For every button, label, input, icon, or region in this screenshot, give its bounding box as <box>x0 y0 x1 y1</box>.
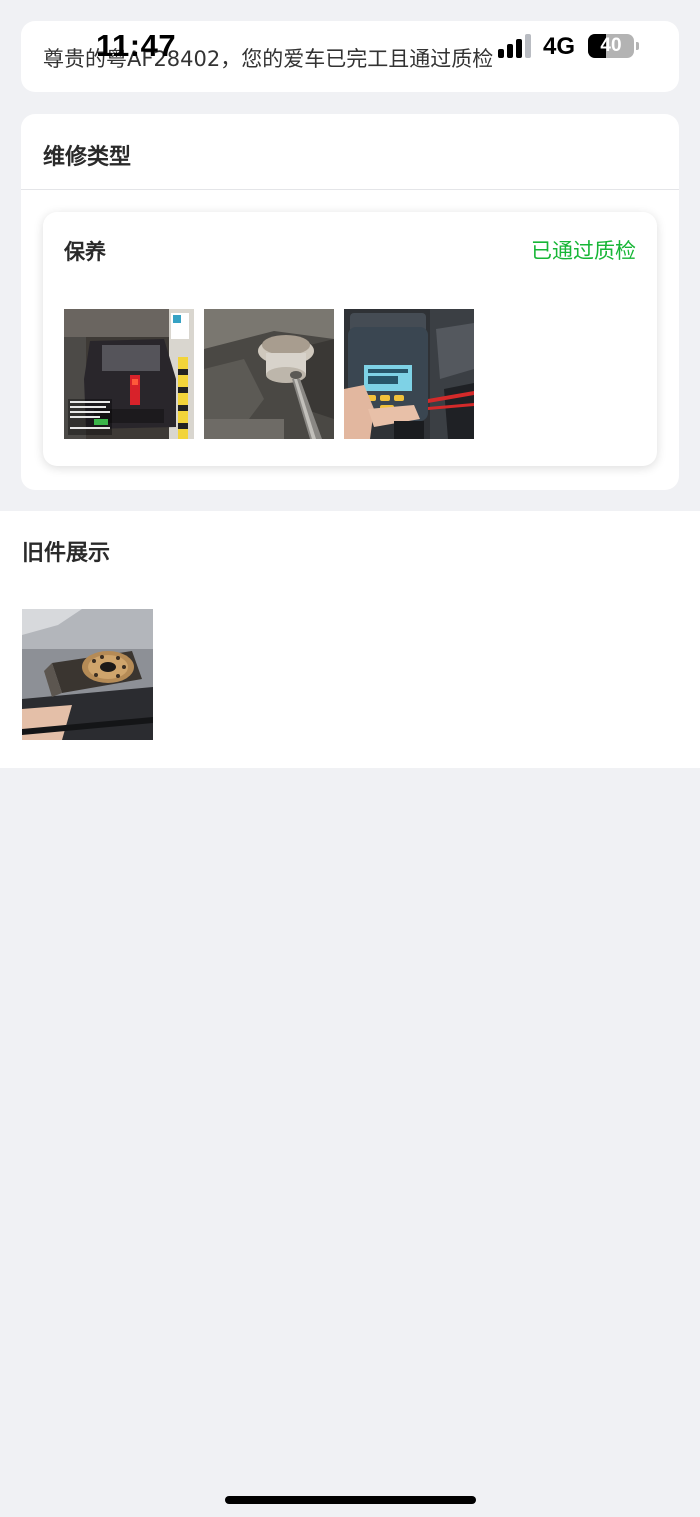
oil-filter-removal-photo[interactable] <box>204 309 334 439</box>
repair-type-card: 维修类型 保养 已通过质检 <box>21 114 679 490</box>
completion-notice-card: 尊贵的粤AF28402，您的爱车已完工且通过质检 <box>21 21 679 92</box>
divider <box>21 189 679 190</box>
repair-item-card[interactable]: 保养 已通过质检 <box>43 212 657 466</box>
battery-tester-photo[interactable] <box>344 309 474 439</box>
repair-photo-row <box>64 309 474 439</box>
old-oil-filter-photo[interactable] <box>22 609 153 740</box>
quality-check-status: 已通过质检 <box>531 239 636 263</box>
repair-type-title: 维修类型 <box>43 145 132 170</box>
old-parts-section: 旧件展示 <box>0 511 700 768</box>
completion-notice-text: 尊贵的粤AF28402，您的爱车已完工且通过质检 <box>43 47 494 71</box>
repair-item-name: 保养 <box>64 240 106 264</box>
old-parts-title: 旧件展示 <box>22 541 111 566</box>
vehicle-rear-photo[interactable] <box>64 309 194 439</box>
home-indicator[interactable] <box>225 1496 476 1504</box>
